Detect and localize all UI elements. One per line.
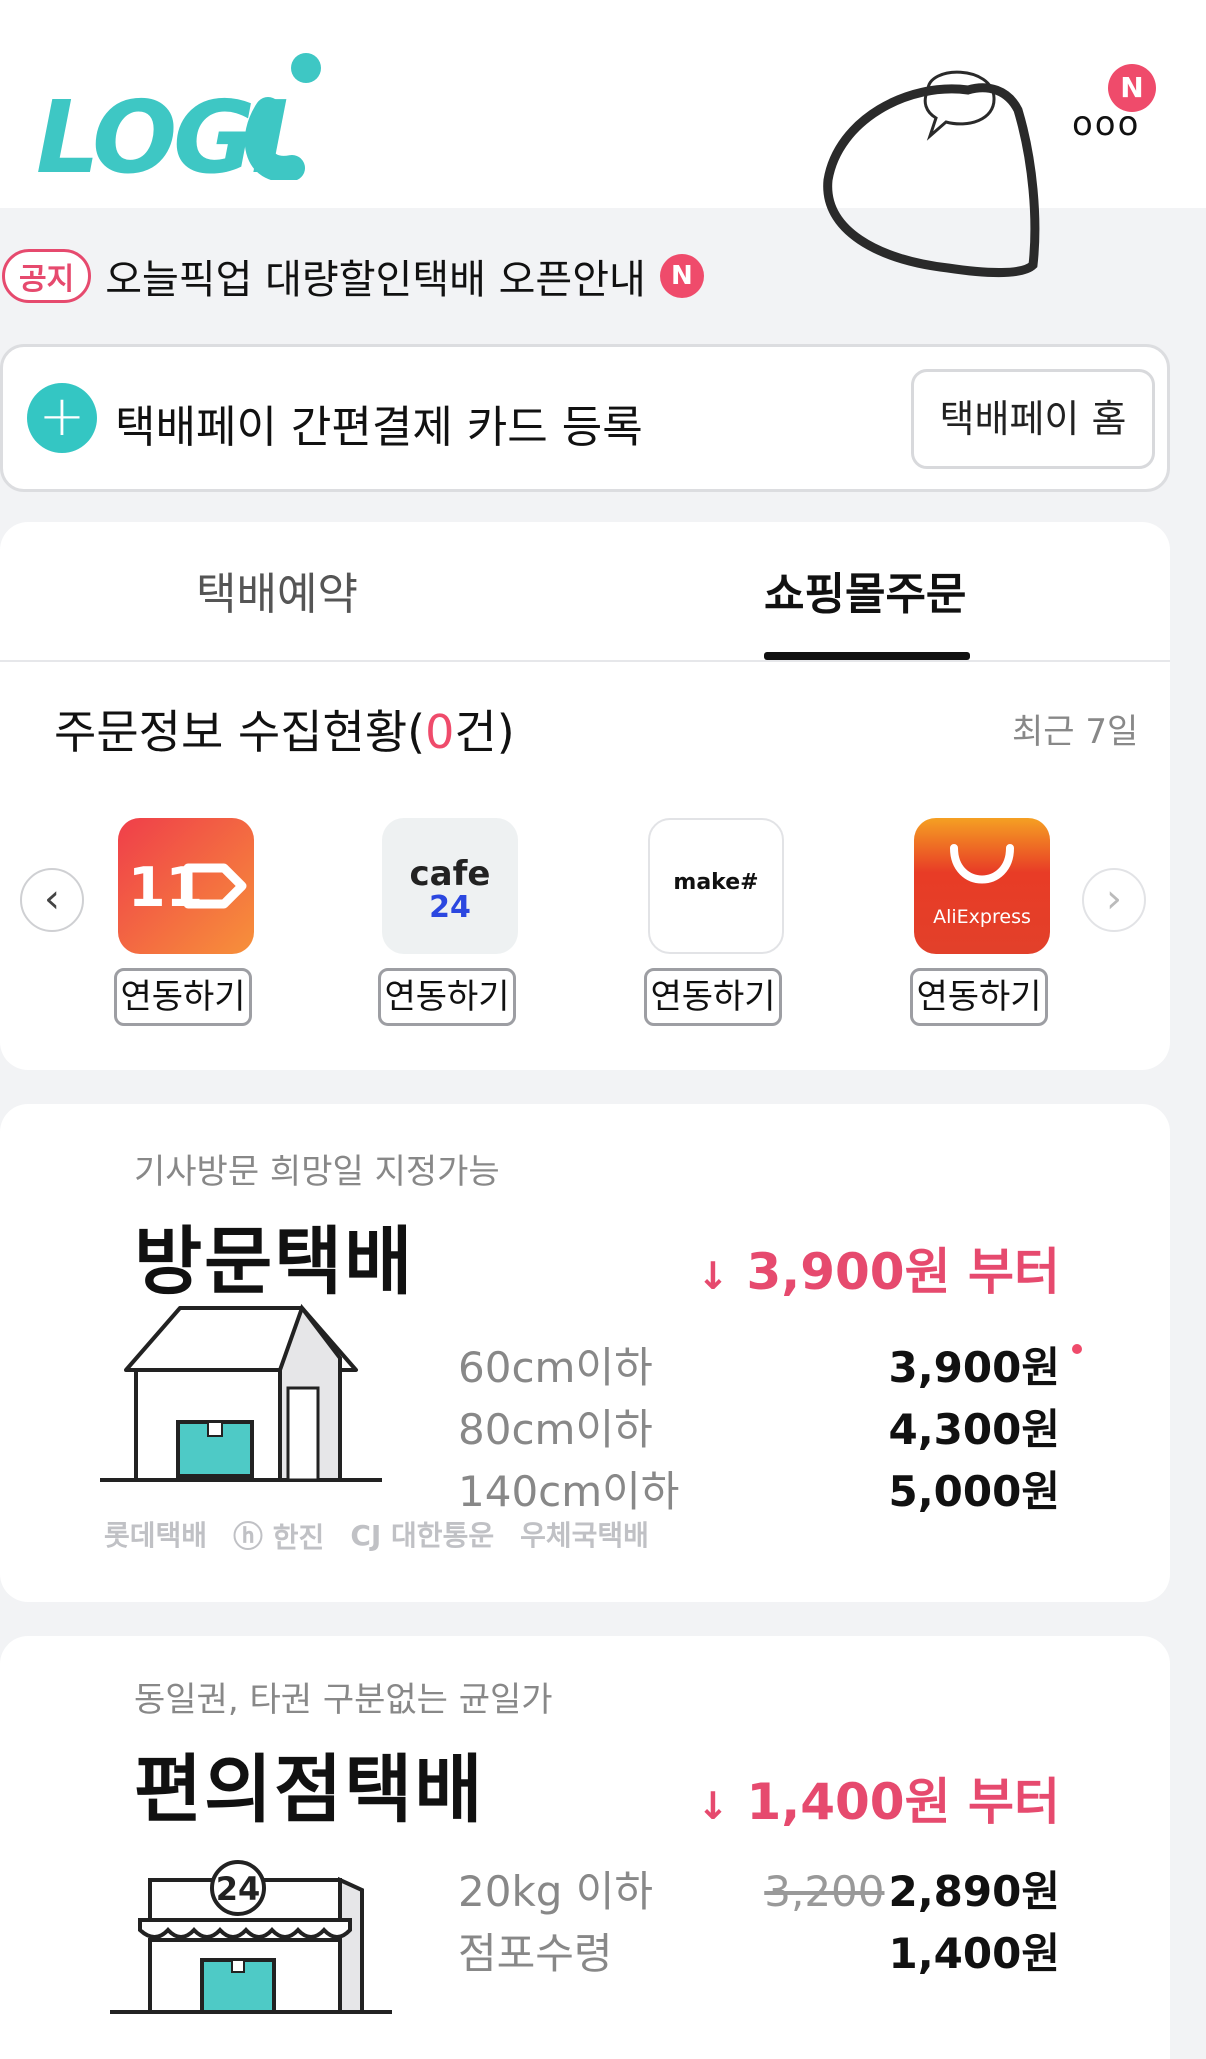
visit-from-price: ↓ 3,900원 부터 <box>697 1243 1060 1301</box>
carrier-logos: 롯데택배 ⓗ 한진 CJ 대한통운 우체국택배 <box>104 1512 649 1556</box>
carousel-prev-button[interactable]: ‹ <box>20 868 84 932</box>
aliexpress-logo[interactable]: AliExpress <box>914 818 1050 954</box>
size-row-label: 140cm이하 <box>458 1467 680 1516</box>
highlight-dot <box>1072 1344 1082 1354</box>
carrier-hanjin: ⓗ 한진 <box>233 1520 325 1555</box>
visit-subtitle: 기사방문 희망일 지정가능 <box>134 1152 500 1192</box>
notice-new-badge: N <box>659 254 704 298</box>
order-status-title: 주문정보 수집현황(0건) <box>54 705 515 759</box>
carousel-next-button[interactable]: › <box>1082 868 1146 932</box>
carrier-lotte: 롯데택배 <box>104 1519 208 1552</box>
tab-booking[interactable]: 택배예약 <box>196 558 358 622</box>
order-count: 0 <box>425 705 455 759</box>
size-row-price: 4,300원 <box>888 1405 1061 1454</box>
connect-button-makeshop[interactable]: 연동하기 <box>644 968 782 1026</box>
tab-shopping-orders[interactable]: 쇼핑몰주문 <box>764 558 966 622</box>
connect-button-aliexpress[interactable]: 연동하기 <box>910 968 1048 1026</box>
store-24-label: 24 <box>216 1870 261 1908</box>
logi-logo: LOGI <box>36 53 321 180</box>
mall-aliexpress: AliExpress 연동하기 <box>910 818 1052 1026</box>
visit-delivery-card[interactable]: 기사방문 희망일 지정가능 방문택배 ↓ 3,900원 부터 60cm이하 3,… <box>0 1104 1170 1602</box>
handdrawn-doodle <box>823 70 1040 277</box>
cvs-delivery-card[interactable]: 동일권, 타권 구분없는 균일가 편의점택배 ↓ 1,400원 부터 24 20… <box>0 1636 1170 2059</box>
weight-row-label: 20kg 이하 <box>458 1867 654 1916</box>
tab-bar: 택배예약 쇼핑몰주문 <box>0 522 1170 662</box>
plus-icon[interactable]: + <box>27 383 97 453</box>
store-illustration: 24 <box>110 1860 392 2014</box>
top-bar: LOGI ooo N <box>0 0 1206 277</box>
cvs-title: 편의점택배 <box>134 1747 485 1833</box>
connect-button-cafe24[interactable]: 연동하기 <box>378 968 516 1026</box>
down-arrow-icon: ↓ <box>697 1784 730 1828</box>
makeshop-logo[interactable]: make# <box>648 818 784 954</box>
cafe24-logo[interactable]: cafe 24 <box>382 818 518 954</box>
original-price: 3,200 <box>764 1867 885 1916</box>
pay-register-card: + 택배페이 간편결제 카드 등록 택배페이 홈 <box>0 344 1170 492</box>
mall-cafe24: cafe 24 연동하기 <box>378 818 520 1026</box>
size-row-label: 60cm이하 <box>458 1343 653 1392</box>
order-panel: 택배예약 쇼핑몰주문 주문정보 수집현황(0건) 최근 7일 ‹ › 11 연동… <box>0 522 1170 1070</box>
pay-home-button[interactable]: 택배페이 홈 <box>911 369 1155 469</box>
cvs-from-price: ↓ 1,400원 부터 <box>697 1773 1060 1831</box>
size-row-price: 5,000원 <box>888 1467 1061 1516</box>
chevron-left-icon: ‹ <box>44 876 60 922</box>
carrier-post: 우체국택배 <box>520 1519 649 1552</box>
period-filter[interactable]: 최근 7일 <box>1012 704 1138 753</box>
visit-title: 방문택배 <box>134 1219 415 1305</box>
connect-button-11st[interactable]: 연동하기 <box>114 968 252 1026</box>
house-illustration <box>100 1303 382 1482</box>
down-arrow-icon: ↓ <box>697 1254 730 1298</box>
new-badge: N <box>1108 64 1156 112</box>
mall-11st: 11 연동하기 <box>114 818 256 1026</box>
active-tab-indicator <box>764 652 970 660</box>
more-menu-button[interactable]: ooo N <box>1062 64 1156 144</box>
notice-tag: 공지 <box>2 249 92 303</box>
size-row-label: 80cm이하 <box>458 1405 653 1454</box>
notice-bar[interactable]: 공지 오늘픽업 대량할인택배 오픈안내 N <box>0 246 704 306</box>
carrier-cj: CJ 대한통운 <box>350 1519 495 1552</box>
size-row-price: 3,900원 <box>888 1343 1061 1392</box>
cvs-subtitle: 동일권, 타권 구분없는 균일가 <box>134 1680 553 1720</box>
hanjin-icon: ⓗ <box>233 1520 264 1555</box>
chevron-right-icon: › <box>1106 876 1122 922</box>
pickup-row-price: 1,400원 <box>888 1929 1061 1978</box>
notice-text[interactable]: 오늘픽업 대량할인택배 오픈안내 <box>105 247 646 305</box>
11st-logo[interactable]: 11 <box>118 818 254 954</box>
pickup-row-label: 점포수령 <box>458 1929 613 1978</box>
mall-makeshop: make# 연동하기 <box>644 818 786 1026</box>
weight-row-price: 3,2002,890원 <box>764 1867 1060 1916</box>
pay-register-text[interactable]: 택배페이 간편결제 카드 등록 <box>115 391 643 455</box>
